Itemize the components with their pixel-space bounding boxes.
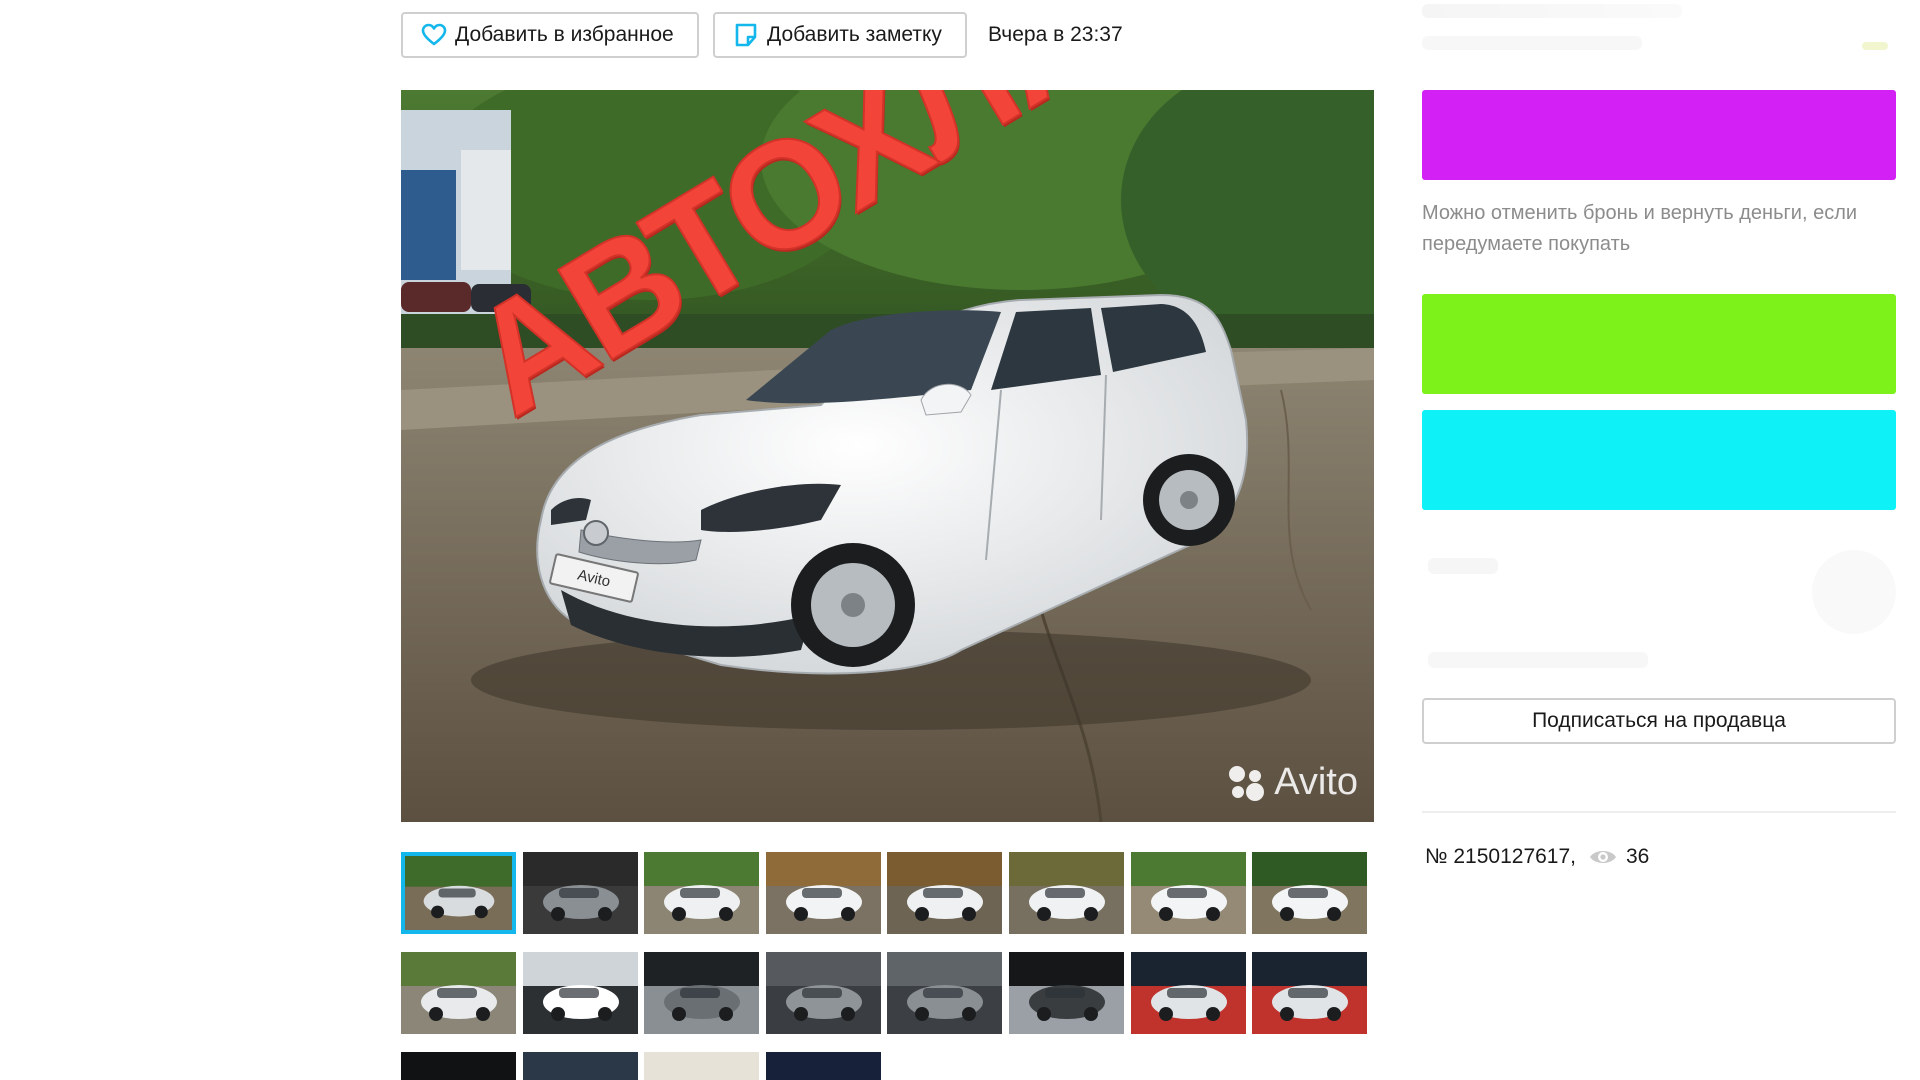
subscribe-seller-button[interactable]: Подписаться на продавца: [1422, 698, 1896, 744]
thumbnail-15[interactable]: [1130, 952, 1246, 1034]
listing-meta: № 2150127617, 36: [1425, 845, 1649, 869]
thumbnail-11[interactable]: [644, 952, 760, 1034]
thumbnail-image: [1130, 952, 1246, 1034]
thumbnail-image: [765, 852, 881, 934]
thumbnail-1[interactable]: [401, 852, 516, 934]
thumbnail-image: [644, 952, 760, 1034]
seller-name-faded: [1428, 558, 1498, 574]
thumbnail-3[interactable]: [644, 852, 760, 934]
divider: [1422, 811, 1896, 813]
thumbnail-image: [1130, 852, 1246, 934]
thumbnail-4[interactable]: [765, 852, 881, 934]
thumbnail-image: [644, 1052, 760, 1080]
thumbnail-image: [522, 952, 638, 1034]
thumbnail-2[interactable]: [522, 852, 638, 934]
thumbnail-image: [1009, 952, 1124, 1034]
thumbnail-9[interactable]: [401, 952, 516, 1034]
redacted-contact-button[interactable]: [1422, 294, 1896, 394]
thumbnail-8[interactable]: [1252, 852, 1368, 934]
add-note-label: Добавить заметку: [767, 23, 942, 46]
watermark-text: Avito: [1274, 761, 1358, 803]
add-to-favorites-label: Добавить в избранное: [455, 23, 674, 46]
seller-avatar-faded: [1812, 550, 1896, 634]
thumbnail-image: [522, 852, 638, 934]
redacted-price-block[interactable]: [1422, 90, 1896, 180]
avito-dots-icon: [1226, 763, 1266, 803]
redacted-message-button[interactable]: [1422, 410, 1896, 510]
thumbnail-image: [887, 852, 1003, 934]
heart-icon: [421, 22, 447, 48]
thumbnail-20[interactable]: [765, 1052, 881, 1080]
thumbnail-10[interactable]: [522, 952, 638, 1034]
seller-meta-faded: [1428, 652, 1648, 668]
thumbnail-image: [522, 1052, 638, 1080]
thumbnail-image: [1252, 852, 1368, 934]
views-count: 36: [1626, 845, 1650, 868]
add-note-button[interactable]: Добавить заметку: [713, 12, 967, 58]
thumbnail-image: [1252, 952, 1368, 1034]
eye-icon: [1588, 846, 1618, 868]
thumbnail-6[interactable]: [1009, 852, 1124, 934]
thumbnail-image: [644, 852, 760, 934]
thumbnail-17[interactable]: [401, 1052, 516, 1080]
thumbnail-image: [405, 856, 512, 930]
car-photo: [401, 90, 1374, 822]
faint-header-line: [1422, 36, 1642, 50]
thumbnail-16[interactable]: [1252, 952, 1368, 1034]
note-icon: [733, 22, 759, 48]
thumbnail-image: [401, 952, 516, 1034]
thumbnail-gallery: [401, 852, 1381, 1080]
add-to-favorites-button[interactable]: Добавить в избранное: [401, 12, 699, 58]
thumbnail-image: [401, 1052, 516, 1080]
thumbnail-13[interactable]: [887, 952, 1003, 1034]
seller-info-faded: [1422, 548, 1896, 658]
avito-watermark: Avito: [1226, 761, 1358, 804]
thumbnail-image: [887, 952, 1003, 1034]
thumbnail-19[interactable]: [644, 1052, 760, 1080]
thumbnail-image: [765, 1052, 881, 1080]
thumbnail-14[interactable]: [1009, 952, 1124, 1034]
thumbnail-5[interactable]: [887, 852, 1003, 934]
thumbnail-7[interactable]: [1130, 852, 1246, 934]
thumbnail-image: [765, 952, 881, 1034]
faint-badge: [1862, 42, 1888, 50]
thumbnail-image: [1009, 852, 1124, 934]
listing-number: № 2150127617,: [1425, 845, 1576, 868]
thumbnail-12[interactable]: [765, 952, 881, 1034]
main-photo[interactable]: Avito АВТОХЛАМ Avito: [401, 90, 1374, 822]
listing-page: Добавить в избранное Добавить заметку Вч…: [0, 0, 1920, 1080]
thumbnail-18[interactable]: [522, 1052, 638, 1080]
faint-header-line: [1422, 4, 1682, 18]
posted-time: Вчера в 23:37: [988, 23, 1123, 46]
booking-note: Можно отменить бронь и вернуть деньги, е…: [1422, 202, 1858, 255]
